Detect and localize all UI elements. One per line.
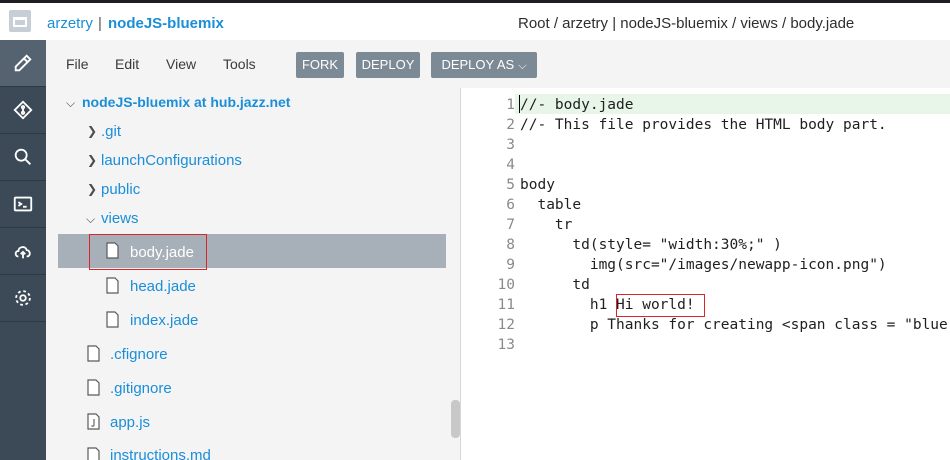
selection-highlight-box — [89, 234, 207, 270]
js-file-icon — [87, 413, 100, 430]
deploy-as-label: DEPLOY AS — [441, 57, 515, 72]
file-icon — [87, 447, 100, 460]
code-line[interactable]: td — [520, 277, 589, 293]
file-head-jade[interactable]: head.jade — [130, 278, 196, 295]
hi-world-highlight-box — [616, 294, 705, 317]
menu-edit[interactable]: Edit — [115, 56, 139, 72]
file-app-js[interactable]: app.js — [110, 414, 150, 431]
chevron-down-icon: ⌵ — [518, 60, 527, 72]
file-gitignore[interactable]: .gitignore — [110, 380, 172, 397]
file-index-jade[interactable]: index.jade — [130, 312, 198, 329]
line-number-gutter: 1 2 3 4 5 6 7 8 9 10 11 12 13 — [461, 88, 515, 460]
file-icon — [106, 311, 119, 328]
navigator-scrollbar[interactable] — [451, 400, 460, 438]
line-number: 5 — [506, 177, 515, 193]
line-number: 7 — [506, 217, 515, 233]
chevron-right-icon[interactable]: ❯ — [87, 153, 97, 167]
deploy-button[interactable]: DEPLOY — [356, 52, 420, 78]
folder-views[interactable]: views — [101, 210, 139, 227]
folder-git[interactable]: .git — [101, 123, 121, 140]
menu-file[interactable]: File — [66, 56, 89, 72]
breadcrumb-project[interactable]: nodeJS-bluemix — [108, 15, 224, 32]
search-icon[interactable] — [0, 134, 46, 180]
cloud-upload-icon[interactable] — [0, 228, 46, 274]
code-line[interactable]: tr — [520, 217, 572, 233]
line-number: 13 — [497, 337, 515, 353]
line-number: 9 — [506, 257, 515, 273]
side-rail — [0, 40, 46, 460]
code-editor[interactable]: 1 2 3 4 5 6 7 8 9 10 11 12 13 //- body.j… — [461, 88, 950, 460]
line-number: 1 — [506, 97, 515, 113]
file-icon — [106, 277, 119, 294]
line-number: 8 — [506, 237, 515, 253]
code-line[interactable]: body — [520, 177, 555, 193]
line-number: 2 — [506, 117, 515, 133]
terminal-icon[interactable] — [0, 181, 46, 227]
code-line[interactable]: p Thanks for creating <span class = "blu… — [520, 317, 950, 333]
line-number: 6 — [506, 197, 515, 213]
line-number: 4 — [506, 157, 515, 173]
file-icon — [87, 379, 100, 396]
folder-icon[interactable] — [9, 10, 31, 32]
code-line[interactable]: //- This file provides the HTML body par… — [520, 117, 887, 133]
code-line[interactable]: td(style= "width:30%;" ) — [520, 237, 782, 253]
chevron-right-icon[interactable]: ❯ — [87, 182, 97, 196]
deploy-as-button[interactable]: DEPLOY AS ⌵ — [431, 52, 537, 78]
fork-button[interactable]: FORK — [296, 52, 344, 78]
chevron-right-icon[interactable]: ❯ — [87, 124, 97, 138]
file-navigator: ⌵ nodeJS-bluemix at hub.jazz.net ❯ .git … — [46, 88, 460, 460]
menu-view[interactable]: View — [166, 56, 196, 72]
code-line[interactable]: //- body.jade — [520, 97, 634, 113]
folder-public[interactable]: public — [101, 181, 140, 198]
code-line[interactable]: img(src="/images/newapp-icon.png") — [520, 257, 887, 273]
rail-divider — [0, 321, 46, 322]
line-number: 12 — [497, 317, 515, 333]
code-line[interactable]: table — [520, 197, 581, 213]
file-path: Root / arzetry | nodeJS-bluemix / views … — [518, 15, 855, 32]
file-icon — [87, 345, 100, 362]
menu-tools[interactable]: Tools — [223, 56, 256, 72]
breadcrumb-separator: | — [98, 15, 102, 32]
edit-icon[interactable] — [0, 40, 46, 86]
chevron-down-icon[interactable]: ⌵ — [66, 96, 75, 111]
file-instructions-md[interactable]: instructions.md — [110, 447, 211, 460]
line-number: 10 — [497, 277, 515, 293]
breadcrumb-user[interactable]: arzetry — [47, 15, 93, 32]
git-icon[interactable] — [0, 87, 46, 133]
file-cfignore[interactable]: .cfignore — [110, 346, 168, 363]
title-bar: arzetry | nodeJS-bluemix Root / arzetry … — [0, 0, 950, 40]
settings-icon[interactable] — [0, 275, 46, 321]
editor-toolbar: File Edit View Tools FORK DEPLOY DEPLOY … — [46, 40, 950, 88]
project-root[interactable]: nodeJS-bluemix at hub.jazz.net — [82, 94, 290, 110]
chevron-down-icon[interactable]: ⌵ — [86, 212, 95, 227]
line-number: 11 — [497, 297, 515, 313]
folder-launch-configurations[interactable]: launchConfigurations — [101, 152, 242, 169]
line-number: 3 — [506, 137, 515, 153]
